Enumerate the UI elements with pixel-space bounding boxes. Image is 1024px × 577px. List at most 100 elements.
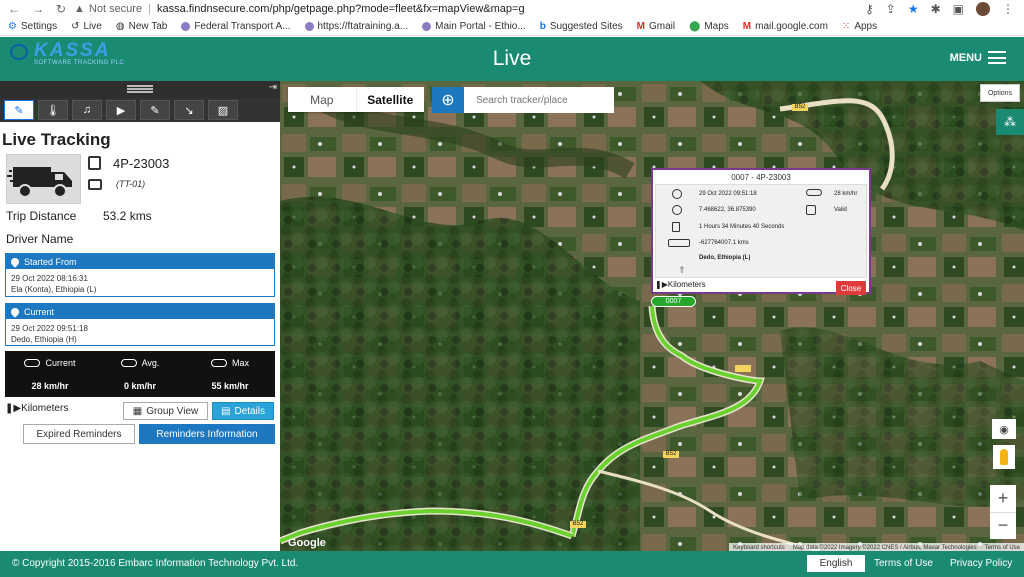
trip-distance-label: Trip Distance bbox=[6, 209, 77, 223]
app-root: ← → ↻ ▲ Not secure | kassa.findnsecure.co… bbox=[0, 0, 1024, 577]
bookmark-gmail[interactable]: M Gmail bbox=[637, 21, 675, 32]
pin-icon[interactable]: ⇥ bbox=[269, 82, 277, 93]
expired-reminders-button[interactable]: Expired Reminders bbox=[23, 424, 135, 444]
bookmark-label: Main Portal - Ethio... bbox=[435, 21, 526, 32]
speedometer-icon bbox=[24, 359, 41, 367]
pen-icon: ✎ bbox=[14, 104, 24, 117]
url-text[interactable]: kassa.findnsecure.com/php/getpage.php?mo… bbox=[157, 3, 525, 15]
bookmark-main-portal[interactable]: Main Portal - Ethio... bbox=[422, 21, 526, 32]
tool-temperature[interactable]: 🌡︎ bbox=[38, 100, 68, 120]
street-view-pegman[interactable] bbox=[993, 445, 1015, 469]
bookmarks-bar: ⚙ Settings ↺ Live ◍ New Tab Federal Transpo… bbox=[0, 18, 1024, 36]
odometer-icon bbox=[668, 239, 690, 247]
tool-images[interactable]: ▨ bbox=[208, 100, 238, 120]
live-tracking-panel: ⇥ ✎ 🌡︎ ♫ ▶ ✎ ↘ ▨ Live Tracking 4P-23003 … bbox=[0, 81, 280, 551]
card-header: Started From bbox=[6, 254, 274, 269]
info-duration: 1 Hours 34 Minutes 40 Seconds bbox=[699, 224, 785, 230]
crosshair-icon bbox=[672, 205, 682, 215]
map-type-satellite[interactable]: Satellite bbox=[357, 87, 425, 112]
satellite-imagery[interactable] bbox=[280, 81, 1024, 551]
url-separator: | bbox=[148, 3, 151, 15]
share-icon[interactable]: ⇪ bbox=[886, 2, 896, 16]
share-location-button[interactable]: ⁂ bbox=[996, 109, 1024, 135]
play-icon: ▶ bbox=[116, 104, 126, 117]
speed-max-label: Max bbox=[231, 358, 249, 368]
bookmark-maps[interactable]: ⬤ Maps bbox=[689, 21, 729, 32]
info-kilometers-toggle[interactable]: ❚▶Kilometers bbox=[655, 280, 706, 289]
bookmark-label: Apps bbox=[854, 21, 878, 32]
zoom-in-button[interactable]: + bbox=[990, 485, 1016, 513]
search-tracker-input[interactable] bbox=[464, 87, 614, 113]
bookmark-federal-transport[interactable]: Federal Transport A... bbox=[181, 21, 291, 32]
extension-icon[interactable]: ✱ bbox=[931, 2, 941, 16]
back-icon[interactable]: ← bbox=[8, 2, 20, 16]
page-title: Live bbox=[492, 47, 532, 70]
kebab-menu-icon[interactable]: ⋮ bbox=[1002, 2, 1014, 16]
speedometer-icon bbox=[210, 359, 227, 367]
info-gps-status: Valid bbox=[834, 207, 847, 213]
forward-icon[interactable]: → bbox=[32, 2, 44, 16]
menu-button[interactable]: MENU bbox=[950, 51, 1006, 64]
bookmark-suggested[interactable]: b Suggested Sites bbox=[540, 21, 623, 32]
star-icon[interactable]: ★ bbox=[908, 2, 919, 16]
info-odometer: -627764007.1 kms bbox=[699, 240, 749, 246]
tool-route[interactable]: ↘ bbox=[174, 100, 204, 120]
bing-icon: b bbox=[539, 21, 546, 32]
vehicle-plate-icon bbox=[88, 156, 101, 170]
site-icon bbox=[422, 22, 432, 31]
keyboard-shortcuts-link[interactable]: Keyboard shortcuts bbox=[733, 545, 785, 551]
browser-nav: ← → ↻ bbox=[0, 2, 70, 16]
info-close-button[interactable]: Close bbox=[836, 281, 866, 295]
reminders-information-button[interactable]: Reminders Information bbox=[139, 424, 275, 444]
search-tracker-button[interactable]: ⊕ bbox=[432, 87, 464, 113]
bookmark-live[interactable]: ↺ Live bbox=[71, 21, 102, 32]
bookmark-new-tab[interactable]: ◍ New Tab bbox=[116, 21, 167, 32]
reload-icon[interactable]: ↻ bbox=[56, 2, 66, 16]
bookmark-settings[interactable]: ⚙ Settings bbox=[8, 21, 57, 32]
map-type-map[interactable]: Map bbox=[288, 87, 357, 112]
zoom-out-button[interactable]: − bbox=[990, 513, 1016, 540]
privacy-link[interactable]: Privacy Policy bbox=[950, 558, 1012, 569]
profile-avatar[interactable] bbox=[976, 2, 990, 16]
current-time: 29 Oct 2022 09:51:18 bbox=[11, 324, 88, 333]
north-arrow-icon: ⇑ bbox=[678, 265, 686, 275]
bookmark-label: Maps bbox=[704, 21, 729, 32]
panel-grip[interactable]: ⇥ bbox=[0, 81, 280, 98]
speed-max-head: Max bbox=[185, 354, 275, 372]
tool-alerts[interactable]: ♫ bbox=[72, 100, 102, 120]
bookmark-apps[interactable]: ⁙ Apps bbox=[842, 21, 877, 32]
vehicle-plate: 4P-23003 bbox=[113, 156, 170, 171]
tool-live-tracking[interactable]: ✎ bbox=[4, 100, 34, 120]
tool-playback[interactable]: ▶ bbox=[106, 100, 136, 120]
map-terms-link[interactable]: Terms of Use bbox=[985, 545, 1020, 551]
satellite-map[interactable]: B52 B52 B52 Map Satellite ⊕ Options ⁂ 00… bbox=[280, 81, 1024, 551]
bookmark-mail-google[interactable]: Mmail.google.com bbox=[743, 21, 828, 32]
bookmark-label: Suggested Sites bbox=[549, 21, 623, 32]
group-view-button[interactable]: ▦ Group View bbox=[123, 402, 208, 420]
kilometers-toggle[interactable]: ❚▶Kilometers bbox=[5, 403, 68, 414]
security-indicator[interactable]: ▲ Not secure bbox=[74, 3, 142, 15]
map-data-text: Map data ©2022 Imagery ©2022 CNES / Airb… bbox=[792, 544, 977, 551]
info-window-body: 29 Oct 2022 09:51:18 28 km/hr 7.468622, … bbox=[655, 184, 867, 278]
options-button[interactable]: Options bbox=[980, 84, 1020, 102]
info-window-title: 0007 - 4P-23003 bbox=[731, 172, 791, 182]
app-header: KASSA SOFTWARE TRACKING PLC Live MENU bbox=[0, 37, 1024, 81]
vehicle-marker[interactable]: 0007 bbox=[651, 296, 696, 307]
visibility-toggle[interactable]: ◉ bbox=[992, 419, 1016, 439]
bookmark-ftatraining[interactable]: https://ftatraining.a... bbox=[304, 21, 408, 32]
drag-handle-icon[interactable] bbox=[127, 85, 153, 93]
details-button[interactable]: ▤ Details bbox=[212, 402, 274, 420]
current-place: Dedo, Ethiopia (H) bbox=[11, 335, 77, 344]
copyright-text: © Copyright 2015-2016 Embarc Information… bbox=[12, 558, 299, 569]
language-select[interactable]: English bbox=[807, 555, 865, 572]
tool-draw[interactable]: ✎ bbox=[140, 100, 170, 120]
hourglass-icon bbox=[672, 222, 680, 232]
info-kilometers-label: Kilometers bbox=[667, 280, 706, 289]
truck-icon bbox=[7, 167, 72, 198]
info-speed: 28 km/hr bbox=[834, 191, 858, 197]
info-location: Dedo, Ethiopia (L) bbox=[699, 255, 751, 261]
sidepanel-icon[interactable]: ▣ bbox=[953, 2, 964, 16]
zoom-control: + − bbox=[990, 485, 1016, 539]
terms-link[interactable]: Terms of Use bbox=[874, 558, 933, 569]
key-icon[interactable]: ⚷ bbox=[865, 2, 874, 16]
